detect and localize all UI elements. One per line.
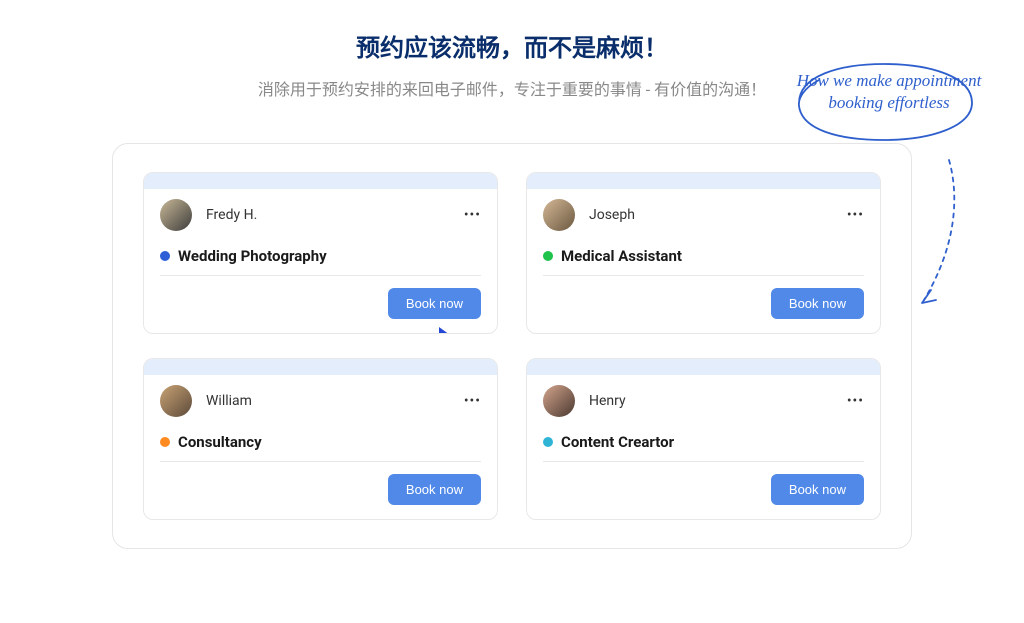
user-name: Fredy H.	[206, 207, 257, 223]
card-header-bar	[527, 173, 880, 189]
handwritten-annotation: How we make appointment booking effortle…	[794, 70, 984, 114]
status-dot-icon	[160, 437, 170, 447]
service-name: Medical Assistant	[561, 247, 682, 265]
more-icon[interactable]: •••	[464, 393, 481, 409]
cards-grid: Fredy H. ••• Wedding Photography Book no…	[143, 172, 881, 520]
more-icon[interactable]: •••	[847, 207, 864, 223]
avatar	[160, 199, 192, 231]
status-dot-icon	[543, 251, 553, 261]
annotation-arrow-icon	[909, 155, 969, 315]
cursor-icon	[437, 325, 459, 334]
card-header-bar	[144, 359, 497, 375]
service-name: Wedding Photography	[178, 247, 327, 265]
avatar	[543, 199, 575, 231]
booking-card: William ••• Consultancy Book now	[143, 358, 498, 520]
book-now-button[interactable]: Book now	[771, 474, 864, 505]
cards-container: Fredy H. ••• Wedding Photography Book no…	[112, 143, 912, 549]
booking-card: Fredy H. ••• Wedding Photography Book no…	[143, 172, 498, 334]
booking-card: Joseph ••• Medical Assistant Book now	[526, 172, 881, 334]
card-header-bar	[144, 173, 497, 189]
annotation-text: How we make appointment booking effortle…	[794, 70, 984, 114]
status-dot-icon	[543, 437, 553, 447]
booking-card: Henry ••• Content Creartor Book now	[526, 358, 881, 520]
user-name: Henry	[589, 393, 626, 409]
book-now-button[interactable]: Book now	[771, 288, 864, 319]
service-name: Content Creartor	[561, 433, 674, 451]
more-icon[interactable]: •••	[847, 393, 864, 409]
user-name: William	[206, 393, 252, 409]
page-subtitle: 消除用于预约安排的来回电子邮件，专注于重要的事情 - 有价值的沟通！	[237, 77, 787, 103]
service-name: Consultancy	[178, 433, 262, 451]
avatar	[543, 385, 575, 417]
more-icon[interactable]: •••	[464, 207, 481, 223]
user-name: Joseph	[589, 207, 635, 223]
card-header-bar	[527, 359, 880, 375]
status-dot-icon	[160, 251, 170, 261]
book-now-button[interactable]: Book now	[388, 474, 481, 505]
avatar	[160, 385, 192, 417]
book-now-button[interactable]: Book now	[388, 288, 481, 319]
